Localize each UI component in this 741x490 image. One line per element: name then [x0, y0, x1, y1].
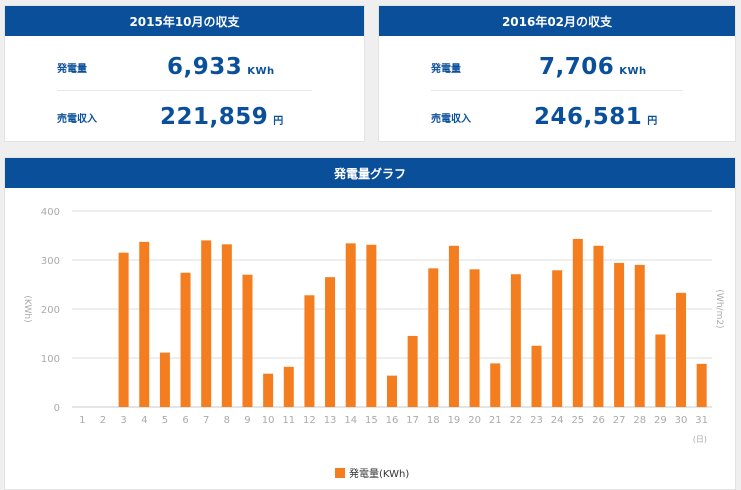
y-tick-label: 300: [41, 256, 60, 267]
x-tick-label: 11: [282, 415, 295, 426]
bar: [510, 274, 521, 407]
generation-row: 発電量 7,706 KWh: [379, 44, 735, 90]
bar: [283, 366, 294, 407]
summary-card-2016-02: 2016年02月の収支 発電量 7,706 KWh 売電収入 246,581 円: [378, 5, 736, 142]
x-tick-label: 18: [427, 415, 440, 426]
x-tick-label: 27: [613, 415, 626, 426]
bar: [448, 245, 459, 407]
y-tick-label: 0: [54, 403, 60, 414]
bar: [366, 244, 377, 407]
income-label: 売電収入: [431, 113, 471, 125]
generation-label: 発電量: [57, 63, 87, 75]
x-tick-label: 4: [141, 415, 147, 426]
bar: [469, 269, 480, 407]
legend-label: 発電量(KWh): [349, 467, 409, 480]
income-value-wrap: 246,581 円: [534, 104, 658, 130]
summary-card-title: 2016年02月の収支: [379, 6, 735, 36]
bar: [531, 345, 542, 407]
x-tick-label: 31: [695, 415, 708, 426]
x-tick-label: 14: [344, 415, 357, 426]
income-unit: 円: [647, 116, 658, 127]
x-tick-label: 22: [510, 415, 523, 426]
bar: [387, 375, 397, 407]
generation-value: 7,706: [539, 54, 615, 80]
x-tick-label: 23: [530, 415, 543, 426]
x-tick-label: 5: [162, 415, 168, 426]
bar: [242, 274, 253, 407]
x-tick-label: 26: [592, 415, 605, 426]
bar: [180, 272, 191, 407]
income-value: 246,581: [534, 104, 643, 130]
x-tick-label: 3: [120, 415, 126, 426]
bar: [263, 373, 274, 407]
generation-unit: KWh: [247, 66, 275, 77]
generation-value-wrap: 7,706 KWh: [539, 54, 647, 80]
bar: [634, 264, 645, 407]
y-axis-label-left: (KWh): [22, 295, 32, 322]
divider: [57, 90, 312, 91]
generation-value-wrap: 6,933 KWh: [167, 54, 275, 80]
bar: [696, 363, 707, 407]
y-tick-label: 100: [41, 354, 60, 365]
x-axis-unit: (日): [693, 435, 707, 444]
generation-chart-card: 発電量グラフ 0 100 200 300 400 (KWh) (Wh/m2) 1 2 3 4 5 6 7 8…: [4, 157, 736, 490]
x-tick-label: 8: [224, 415, 230, 426]
x-tick-label: 12: [303, 415, 316, 426]
x-tick-label: 25: [571, 415, 584, 426]
income-value-wrap: 221,859 円: [160, 104, 284, 130]
bar: [159, 352, 170, 407]
y-tick-label: 200: [41, 305, 60, 316]
x-tick-label: 28: [633, 415, 646, 426]
bar: [139, 241, 150, 407]
x-tick-label: 17: [406, 415, 419, 426]
x-tick-label: 1: [79, 415, 85, 426]
bar: [614, 262, 625, 407]
x-tick-label: 24: [551, 415, 564, 426]
bar: [221, 244, 232, 407]
chart-title: 発電量グラフ: [5, 158, 735, 188]
income-unit: 円: [273, 116, 284, 127]
generation-row: 発電量 6,933 KWh: [5, 44, 364, 90]
income-row: 売電収入 246,581 円: [379, 94, 735, 140]
y-tick-label: 400: [41, 207, 60, 218]
bar: [572, 238, 583, 407]
generation-value: 6,933: [167, 54, 243, 80]
bar: [655, 334, 666, 407]
bar: [676, 292, 687, 407]
summary-card-title: 2015年10月の収支: [5, 6, 364, 36]
generation-label: 発電量: [431, 63, 461, 75]
bar: [593, 245, 604, 407]
generation-unit: KWh: [619, 66, 647, 77]
x-tick-label: 15: [365, 415, 378, 426]
x-tick-label: 13: [324, 415, 337, 426]
x-tick-label: 2: [100, 415, 106, 426]
x-tick-label: 19: [448, 415, 461, 426]
x-tick-label: 30: [675, 415, 688, 426]
x-tick-label: 29: [654, 415, 667, 426]
bar: [428, 268, 439, 407]
bar: [201, 240, 212, 407]
bar: [345, 243, 356, 407]
income-row: 売電収入 221,859 円: [5, 94, 364, 140]
x-tick-label: 10: [262, 415, 275, 426]
x-tick-label: 7: [203, 415, 209, 426]
bar: [552, 270, 563, 407]
x-tick-label: 21: [489, 415, 502, 426]
x-tick-label: 20: [468, 415, 481, 426]
income-value: 221,859: [160, 104, 269, 130]
x-tick-label: 6: [182, 415, 188, 426]
legend-swatch: [335, 468, 345, 478]
bar: [118, 252, 129, 407]
y-axis-label-right: (Wh/m2): [714, 289, 724, 328]
bar: [304, 295, 315, 407]
bar: [407, 335, 418, 407]
x-tick-label: 16: [386, 415, 399, 426]
generation-bar-chart: 0100200300400(KWh) (Wh/m2)1 2 3 4 5 6 7 8 9 10 11 12…: [22, 207, 724, 480]
income-label: 売電収入: [57, 113, 97, 125]
bar: [325, 277, 336, 407]
x-tick-label: 9: [244, 415, 250, 426]
divider: [431, 90, 683, 91]
bar: [490, 363, 501, 407]
summary-card-2015-10: 2015年10月の収支 発電量 6,933 KWh 売電収入 221,859 円: [4, 5, 365, 142]
